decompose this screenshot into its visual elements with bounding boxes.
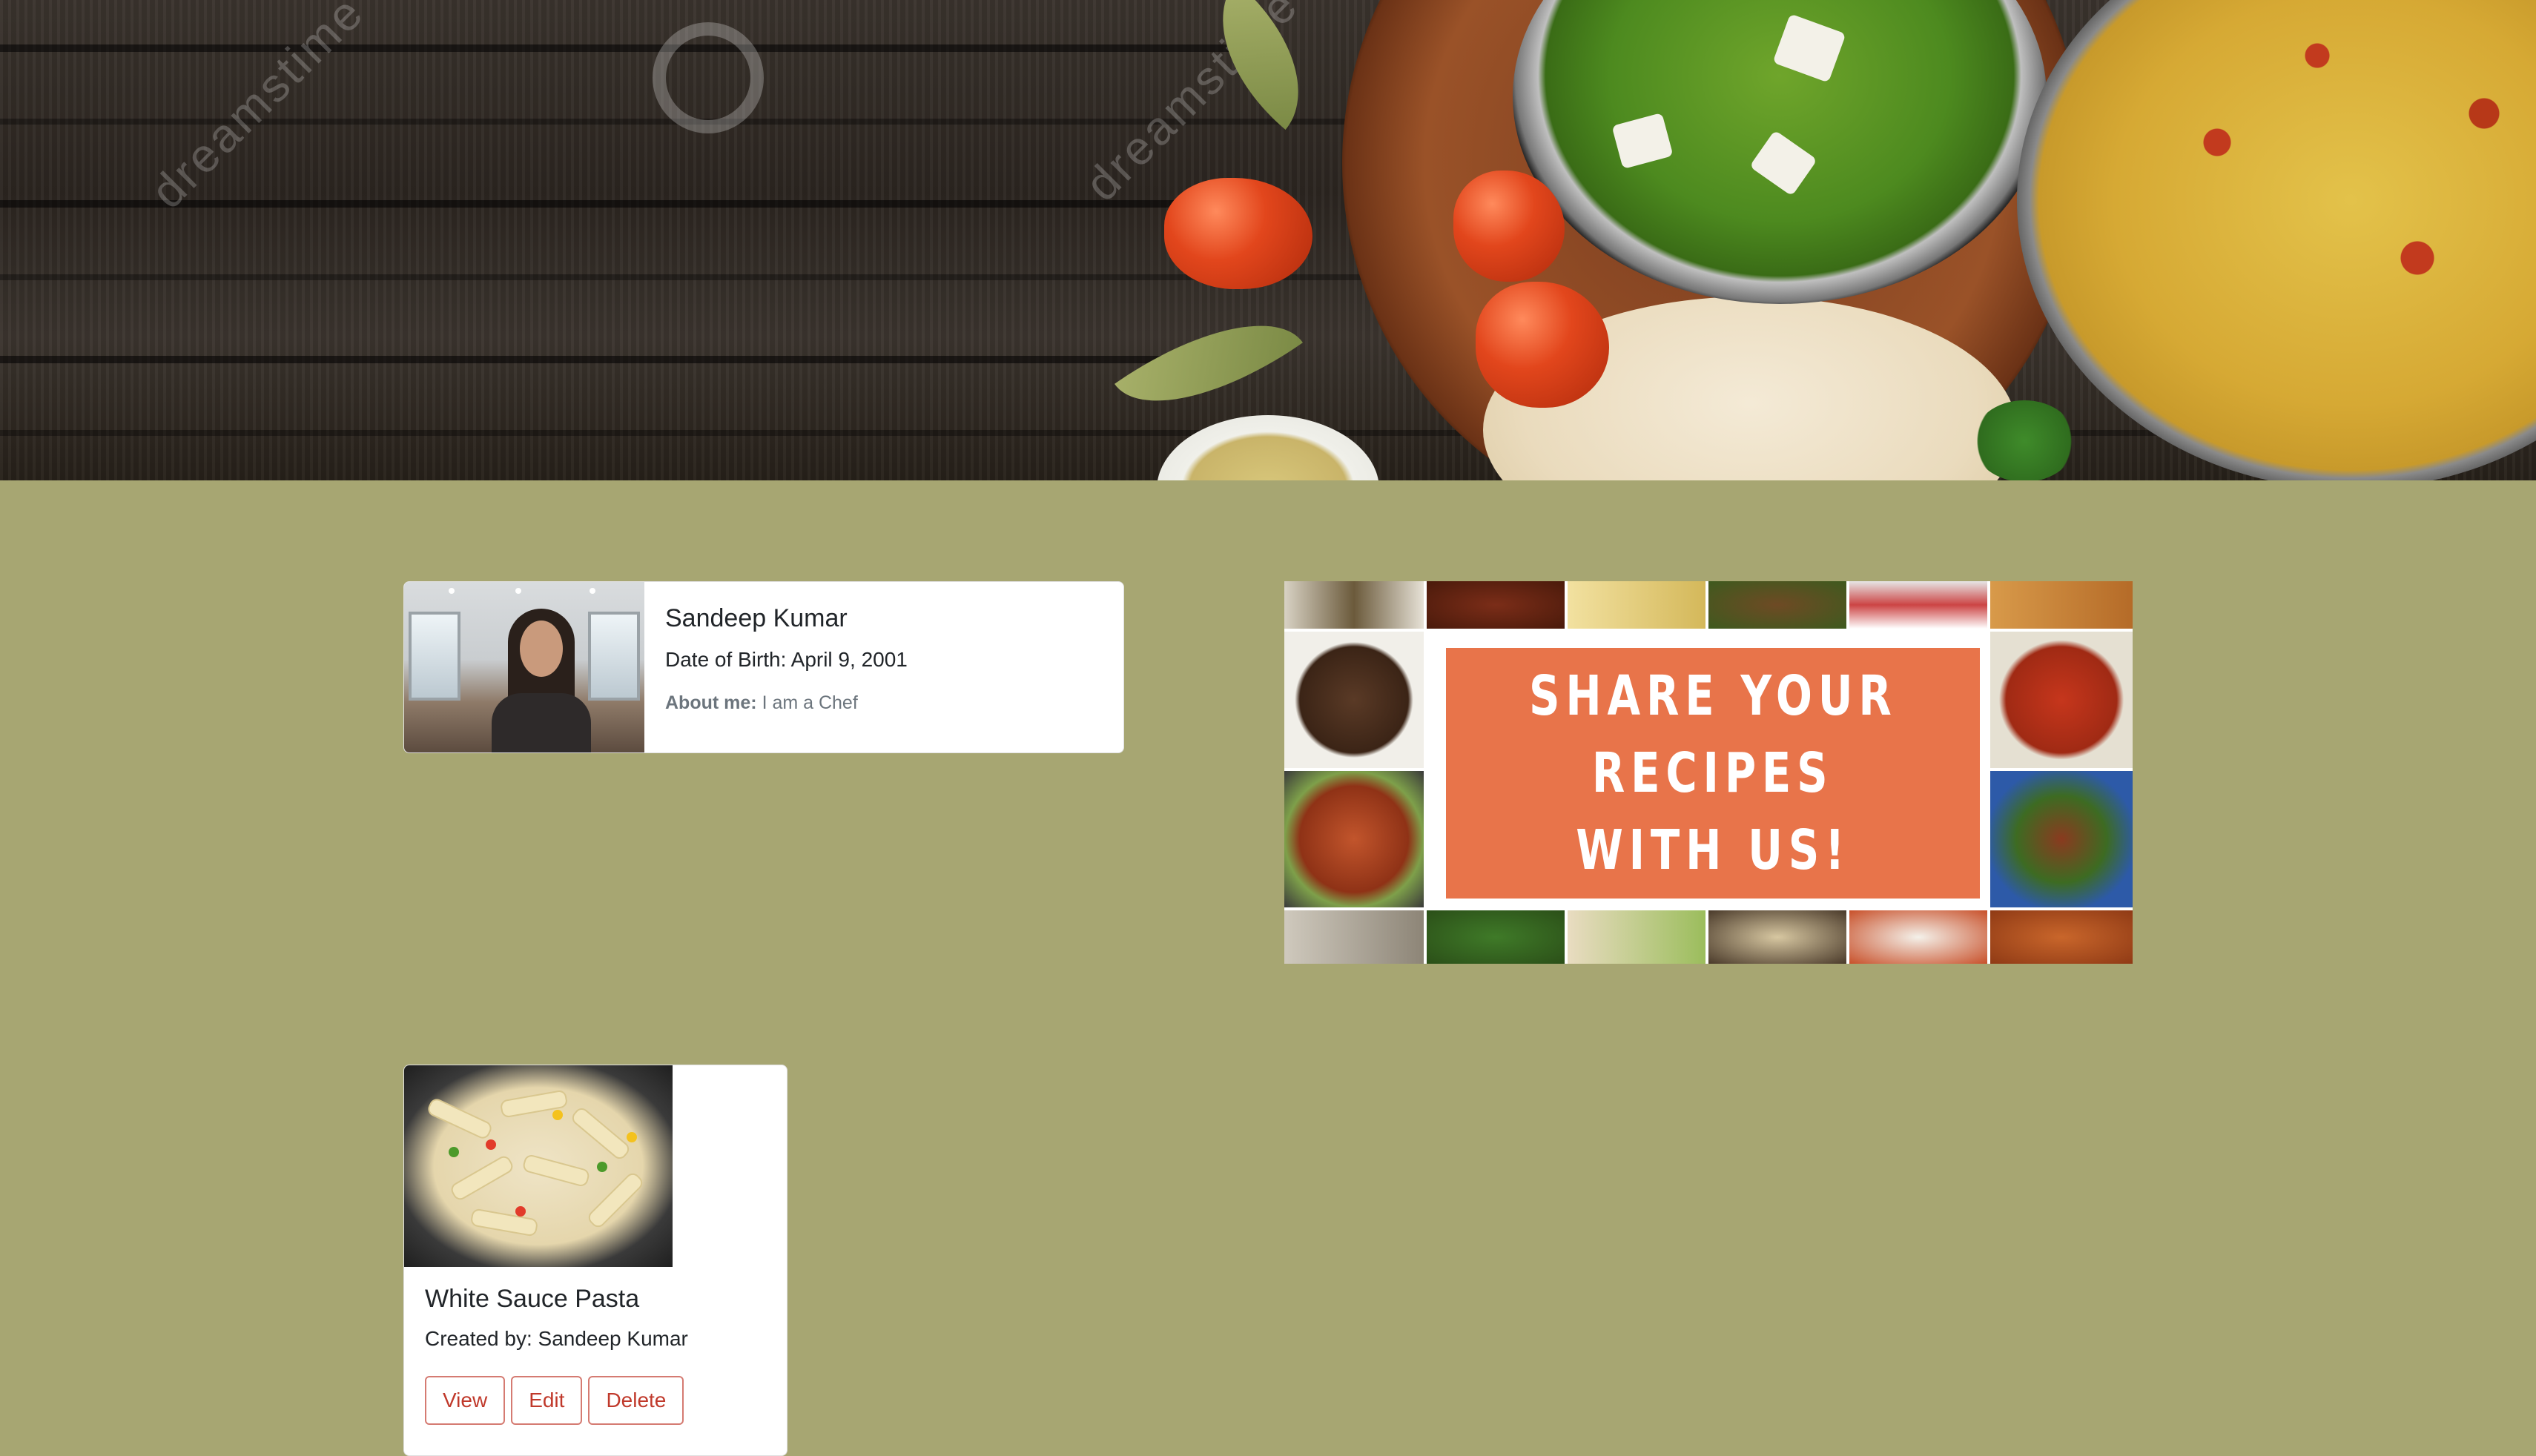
penne-piece [449, 1154, 515, 1202]
vegetable-bit [515, 1206, 526, 1217]
profile-card: Sandeep Kumar Date of Birth: April 9, 20… [403, 581, 1124, 753]
vegetable-bit [597, 1162, 607, 1172]
promo-sign: SHARE YOUR RECIPES WITH US! [1437, 639, 1989, 907]
food-tile [1708, 910, 1846, 964]
vegetable-bit [486, 1139, 496, 1150]
recipe-actions: View Edit Delete [425, 1376, 766, 1425]
penne-piece [426, 1096, 494, 1141]
food-tile [1427, 581, 1565, 629]
background-window [588, 612, 640, 701]
vegetable-bit [627, 1132, 637, 1142]
food-tile [1284, 910, 1424, 964]
share-recipes-banner: SHARE YOUR RECIPES WITH US! [1284, 581, 2133, 964]
penne-piece [521, 1153, 591, 1188]
wood-plank-line [0, 44, 1261, 52]
red-pepper [1164, 178, 1312, 289]
food-tile [1990, 771, 2133, 907]
penne-piece [569, 1105, 633, 1162]
small-bowl [1157, 415, 1379, 480]
watermark-icon [653, 22, 764, 133]
watermark-text: dreamstime [140, 0, 374, 219]
edit-button[interactable]: Edit [511, 1376, 583, 1425]
food-tile [1990, 910, 2133, 964]
background-window [409, 612, 460, 701]
ceiling-light [449, 588, 455, 594]
food-tile [1849, 910, 1987, 964]
food-tile [1568, 581, 1705, 629]
food-tile [1849, 581, 1987, 629]
hero-banner: dreamstime dreamstime [0, 0, 2536, 480]
profile-avatar [404, 582, 644, 752]
person-body [492, 693, 591, 752]
food-tile [1990, 632, 2133, 768]
promo-sign-panel: SHARE YOUR RECIPES WITH US! [1446, 648, 1980, 899]
about-text: I am a Chef [762, 692, 858, 713]
penne-piece [585, 1170, 646, 1231]
about-label: About me: [665, 692, 757, 713]
profile-info: Sandeep Kumar Date of Birth: April 9, 20… [644, 582, 928, 752]
person-face [520, 621, 563, 677]
food-tile [1990, 581, 2133, 629]
food-tile [1284, 632, 1424, 768]
promo-line-2: RECIPES [1592, 741, 1834, 805]
food-tile [1284, 771, 1424, 907]
profile-name: Sandeep Kumar [665, 604, 848, 632]
parsley-garnish [1972, 400, 2076, 480]
delete-button[interactable]: Delete [588, 1376, 684, 1425]
food-tile [1708, 581, 1846, 629]
food-tile [1284, 581, 1424, 629]
penne-piece [469, 1208, 539, 1237]
promo-line-3: WITH US! [1575, 818, 1851, 882]
ceiling-light [515, 588, 521, 594]
wood-plank-line [0, 356, 1261, 363]
promo-line-1: SHARE YOUR [1528, 664, 1898, 728]
profile-dob: Date of Birth: April 9, 2001 [665, 648, 908, 671]
recipe-author: Created by: Sandeep Kumar [425, 1327, 688, 1350]
recipe-body: White Sauce Pasta Created by: Sandeep Ku… [404, 1267, 787, 1443]
food-tile [1568, 910, 1705, 964]
food-tile [1427, 910, 1565, 964]
vegetable-bit [449, 1147, 459, 1157]
recipe-title: White Sauce Pasta [425, 1285, 640, 1313]
vegetable-bit [552, 1110, 563, 1120]
view-button[interactable]: View [425, 1376, 506, 1425]
ceiling-light [590, 588, 595, 594]
rice-bowl [2017, 0, 2536, 480]
profile-about: About me: I am a Chef [665, 692, 908, 714]
recipe-image [404, 1065, 673, 1267]
recipe-card: White Sauce Pasta Created by: Sandeep Ku… [403, 1065, 787, 1456]
